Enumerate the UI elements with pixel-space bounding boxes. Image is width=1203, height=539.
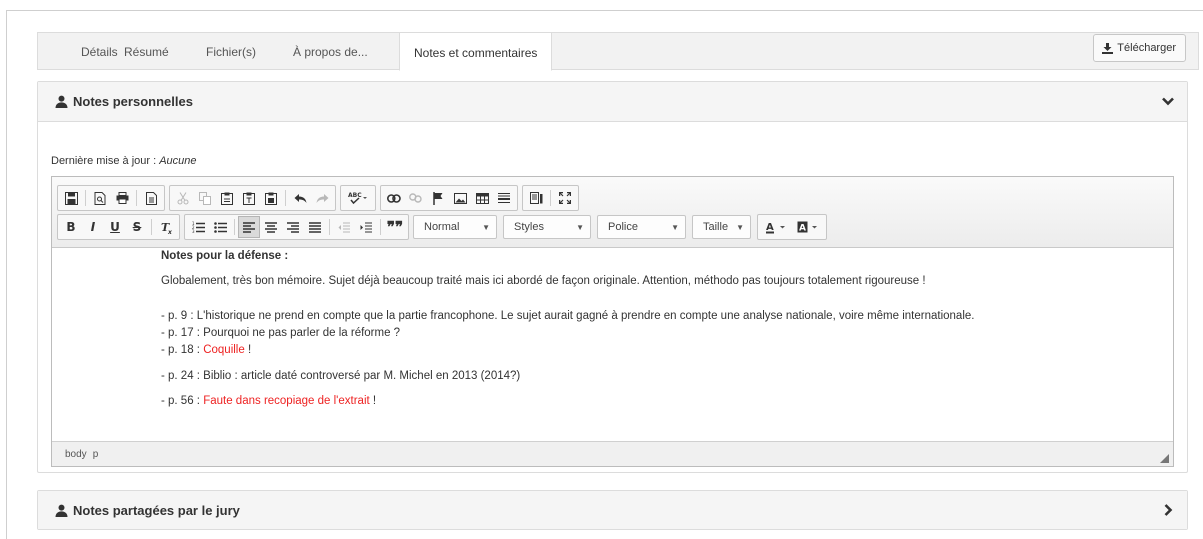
table-icon[interactable] <box>471 187 493 209</box>
note-line-prefix: - p. 18 : <box>161 344 200 356</box>
size-select-value: Taille <box>703 221 729 233</box>
link-icon[interactable] <box>383 187 405 209</box>
tab-about[interactable]: À propos de... <box>293 33 368 70</box>
preview-icon[interactable] <box>89 187 111 209</box>
tab-files[interactable]: Fichier(s) <box>206 33 256 70</box>
caret-down-icon: ▼ <box>576 222 584 232</box>
horizontal-rule-icon[interactable] <box>493 187 515 209</box>
font-select[interactable]: Police ▼ <box>597 215 686 239</box>
svg-text:ABC: ABC <box>348 192 362 199</box>
notes-summary: Globalement, très bon mémoire. Sujet déj… <box>161 275 926 287</box>
indent-icon[interactable] <box>355 216 377 238</box>
save-icon[interactable] <box>60 187 82 209</box>
size-select[interactable]: Taille ▼ <box>692 215 751 239</box>
strikethrough-icon[interactable]: S <box>126 216 148 238</box>
underline-icon[interactable]: U <box>104 216 126 238</box>
caret-down-icon: ▼ <box>482 222 490 232</box>
styles-select-value: Styles <box>514 221 544 233</box>
svg-text:A: A <box>799 223 806 233</box>
shared-notes-panel: Notes partagées par le jury <box>37 490 1188 530</box>
background-color-icon[interactable]: A <box>792 216 824 238</box>
styles-select[interactable]: Styles ▼ <box>503 215 591 239</box>
note-line: - p. 24 : Biblio : article daté controve… <box>161 370 521 382</box>
paste-word-icon[interactable] <box>260 187 282 209</box>
shared-notes-title: Notes partagées par le jury <box>73 502 240 518</box>
print-icon[interactable] <box>111 187 133 209</box>
path-body[interactable]: body <box>65 449 87 460</box>
svg-text:x: x <box>167 229 173 234</box>
bold-icon[interactable]: B <box>60 216 82 238</box>
image-icon[interactable] <box>449 187 471 209</box>
paste-text-icon[interactable] <box>238 187 260 209</box>
font-select-value: Police <box>608 221 638 233</box>
format-select-value: Normal <box>424 221 460 233</box>
align-right-icon[interactable] <box>282 216 304 238</box>
note-line-suffix: ! <box>247 344 252 356</box>
user-icon <box>55 504 68 517</box>
templates-icon[interactable] <box>140 187 162 209</box>
download-button[interactable]: Télécharger <box>1093 34 1186 62</box>
personal-notes-panel: Notes personnelles Dernière mise à jour … <box>37 81 1188 473</box>
show-blocks-icon[interactable] <box>525 187 547 209</box>
editor-toolbar: ABC B I U S T x 1 2 3 ❞❞ Normal ▼ Styles… <box>52 177 1173 248</box>
chevron-right-icon[interactable] <box>1161 503 1175 517</box>
align-justify-icon[interactable] <box>304 216 326 238</box>
outdent-icon[interactable] <box>333 216 355 238</box>
note-line: - p. 17 : Pourquoi ne pas parler de la r… <box>161 327 401 339</box>
spellcheck-icon[interactable]: ABC <box>343 187 373 209</box>
undo-icon[interactable] <box>289 187 311 209</box>
align-center-icon[interactable] <box>260 216 282 238</box>
maximize-icon[interactable] <box>554 187 576 209</box>
editor-element-path: body p <box>52 441 1173 466</box>
tab-details[interactable]: Détails <box>81 33 118 70</box>
paste-icon[interactable] <box>216 187 238 209</box>
copy-icon[interactable] <box>194 187 216 209</box>
numbered-list-icon[interactable]: 123 <box>187 216 209 238</box>
tab-resume[interactable]: Résumé <box>124 33 169 70</box>
anchor-flag-icon[interactable] <box>427 187 449 209</box>
note-highlight: Coquille <box>203 344 245 356</box>
user-icon <box>55 95 68 108</box>
note-line: - p. 56 : Faute dans recopiage de l'extr… <box>161 395 376 407</box>
download-label: Télécharger <box>1117 42 1176 54</box>
notes-heading: Notes pour la défense : <box>161 250 289 262</box>
format-select[interactable]: Normal ▼ <box>413 215 497 239</box>
bullet-list-icon[interactable] <box>209 216 231 238</box>
chevron-down-icon[interactable] <box>1161 95 1175 109</box>
note-line: - p. 18 : Coquille ! <box>161 344 251 356</box>
tab-bar: Détails Résumé Fichier(s) À propos de...… <box>37 32 1199 71</box>
remove-format-icon[interactable]: Tx <box>155 216 177 238</box>
last-update-value: Aucune <box>159 155 197 167</box>
resize-grip-icon[interactable] <box>1160 454 1169 463</box>
unlink-icon[interactable] <box>405 187 427 209</box>
caret-down-icon: ▼ <box>736 222 744 232</box>
caret-down-icon: ▼ <box>671 222 679 232</box>
download-icon <box>1102 42 1114 54</box>
text-color-icon[interactable]: A <box>760 216 792 238</box>
note-line-suffix: ! <box>372 395 377 407</box>
rich-text-editor: ABC B I U S T x 1 2 3 ❞❞ Normal ▼ Styles… <box>51 176 1174 467</box>
editor-content[interactable]: Notes pour la défense : Globalement, trè… <box>52 248 1173 441</box>
last-update: Dernière mise à jour : Aucune <box>51 155 197 167</box>
svg-text:A: A <box>766 222 774 233</box>
blockquote-icon[interactable]: ❞❞ <box>384 216 406 238</box>
personal-notes-header[interactable]: Notes personnelles <box>38 82 1187 122</box>
align-left-icon[interactable] <box>238 216 260 238</box>
path-p[interactable]: p <box>93 449 99 460</box>
personal-notes-title: Notes personnelles <box>73 94 193 109</box>
tab-notes[interactable]: Notes et commentaires <box>399 32 553 71</box>
svg-text:3: 3 <box>192 229 195 233</box>
cut-icon[interactable] <box>172 187 194 209</box>
last-update-label: Dernière mise à jour : <box>51 155 157 167</box>
note-line: - p. 9 : L'historique ne prend en compte… <box>161 310 975 322</box>
redo-icon[interactable] <box>311 187 333 209</box>
note-highlight: Faute dans recopiage de l'extrait <box>203 395 370 407</box>
italic-icon[interactable]: I <box>82 216 104 238</box>
shared-notes-header[interactable]: Notes partagées par le jury <box>38 491 1187 529</box>
note-line-prefix: - p. 56 : <box>161 395 200 407</box>
